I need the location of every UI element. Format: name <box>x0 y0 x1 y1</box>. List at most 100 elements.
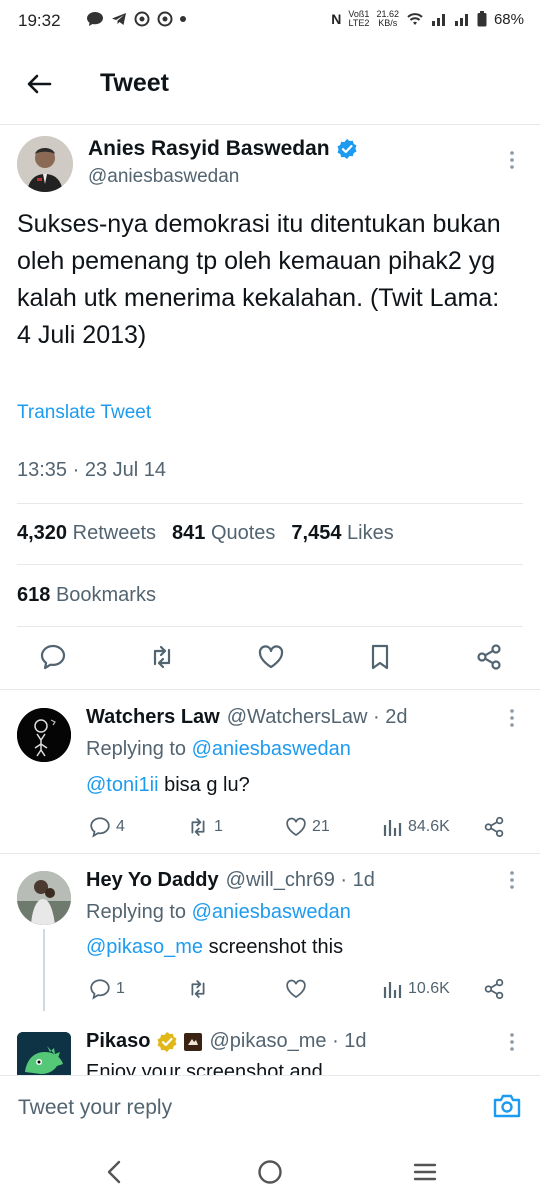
nav-home-icon[interactable] <box>257 1159 283 1185</box>
reply-input[interactable]: Tweet your reply <box>18 1096 172 1120</box>
reply-header: Hey Yo Daddy @will_chr69 · 1d <box>86 869 375 892</box>
reply-like-button[interactable] <box>284 977 382 1001</box>
nav-menu-icon[interactable] <box>413 1162 437 1182</box>
nav-back-icon[interactable] <box>104 1160 124 1184</box>
chat-bubble-icon <box>87 12 103 26</box>
reply-actions: 4 1 21 84.6K <box>88 815 508 839</box>
reply-mention[interactable]: @toni1ii <box>86 774 159 796</box>
reply-retweet-button[interactable]: 1 <box>186 815 284 839</box>
reply-count: 4 <box>116 818 125 835</box>
retweets-label: Retweets <box>72 522 156 544</box>
replying-to-line: Replying to @aniesbaswedan <box>86 901 351 924</box>
reply-author-name[interactable]: Watchers Law <box>86 706 220 729</box>
reply-body: screenshot this <box>203 936 344 958</box>
more-options-icon[interactable] <box>502 708 522 728</box>
replying-to-label: Replying to <box>86 738 187 760</box>
reply-avatar-image <box>17 708 71 762</box>
circle-app-icon-2 <box>157 11 173 27</box>
network-speed-unit: KB/s <box>378 18 398 28</box>
notification-icons <box>86 11 186 27</box>
like-count: 21 <box>312 818 330 835</box>
share-icon[interactable] <box>474 642 504 672</box>
views-chart-icon <box>383 820 402 836</box>
reply-author-handle[interactable]: @pikaso_me · 1d <box>209 1030 366 1053</box>
reply-icon[interactable] <box>38 642 68 672</box>
likes-count: 7,454 <box>291 522 342 544</box>
reply-header: Pikaso @pikaso_me · 1d <box>86 1030 526 1053</box>
network-type-bottom: LTE2 <box>348 18 370 28</box>
status-time: 19:32 <box>18 11 61 30</box>
system-indicators: N Voß1 LTE2 21.62 KB/s 68% <box>331 10 524 28</box>
bookmarks-label: Bookmarks <box>55 584 156 606</box>
reply-author-name[interactable]: Hey Yo Daddy <box>86 869 219 892</box>
views-count: 84.6K <box>408 818 450 835</box>
camera-icon[interactable] <box>492 1093 522 1119</box>
translate-tweet-link[interactable]: Translate Tweet <box>17 402 151 424</box>
network-speed: 21.62 KB/s <box>376 10 399 28</box>
reply-reply-button[interactable]: 4 <box>88 815 186 839</box>
system-navigation-bar <box>0 1140 540 1200</box>
more-options-icon[interactable] <box>502 150 522 170</box>
author-handle[interactable]: @aniesbaswedan <box>88 166 239 188</box>
retweets-count: 4,320 <box>17 522 68 544</box>
tweet-actions <box>38 642 504 672</box>
author-name-text: Anies Rasyid Baswedan <box>88 137 330 160</box>
affiliate-badge-icon <box>184 1032 203 1051</box>
reply-author-name[interactable]: Pikaso <box>86 1030 150 1053</box>
dot-icon <box>180 16 186 22</box>
reply-icon <box>90 817 110 838</box>
reply-avatar[interactable] <box>17 708 71 762</box>
reply-avatar[interactable] <box>17 871 71 925</box>
telegram-icon <box>112 13 126 25</box>
reply-partial: Pikaso @pikaso_me · 1d Enjoy your screen… <box>86 1030 526 1075</box>
likes-stat[interactable]: 7,454 Likes <box>291 522 393 545</box>
share-icon[interactable] <box>482 815 506 839</box>
wifi-icon <box>407 13 423 25</box>
tweet-stats: 4,320 Retweets 841 Quotes 7,454 Likes <box>17 522 394 545</box>
tweet-timestamp: 13:35 · 23 Jul 14 <box>17 459 166 481</box>
divider <box>0 853 540 854</box>
reply-views-button[interactable]: 84.6K <box>382 816 482 838</box>
reply-avatar-image <box>17 871 71 925</box>
quotes-count: 841 <box>172 522 206 544</box>
author-name[interactable]: Anies Rasyid Baswedan <box>88 137 358 161</box>
verified-gold-badge-icon <box>157 1031 177 1052</box>
battery-icon <box>477 11 487 27</box>
share-icon[interactable] <box>482 977 506 1001</box>
bookmarks-count: 618 <box>17 584 51 606</box>
reply-count: 1 <box>116 980 125 997</box>
replying-to-mention[interactable]: @aniesbaswedan <box>192 738 351 760</box>
replying-to-mention[interactable]: @aniesbaswedan <box>192 901 351 923</box>
reply-body: bisa g lu? <box>158 774 250 796</box>
reply-retweet-button[interactable] <box>186 977 284 1001</box>
author-avatar[interactable] <box>17 136 73 192</box>
more-options-icon[interactable] <box>502 1032 522 1052</box>
divider <box>17 503 523 504</box>
like-heart-icon[interactable] <box>256 642 286 672</box>
replying-to-label: Replying to <box>86 901 187 923</box>
tweet-text: Sukses-nya demokrasi itu ditentukan buka… <box>17 210 501 349</box>
reply-reply-button[interactable]: 1 <box>88 977 186 1001</box>
retweet-count: 1 <box>214 818 223 835</box>
divider <box>17 564 523 565</box>
bookmark-icon[interactable] <box>365 642 395 672</box>
retweets-stat[interactable]: 4,320 Retweets <box>17 522 156 545</box>
reply-like-button[interactable]: 21 <box>284 815 382 839</box>
back-arrow-icon[interactable] <box>24 69 54 99</box>
reply-avatar[interactable] <box>17 1032 71 1075</box>
reply-mention[interactable]: @pikaso_me <box>86 936 203 958</box>
reply-views-button[interactable]: 10.6K <box>382 978 482 1000</box>
nfc-icon: N <box>331 11 342 27</box>
more-options-icon[interactable] <box>502 870 522 890</box>
reply-author-handle[interactable]: @will_chr69 · 1d <box>226 869 375 892</box>
reply-actions: 1 10.6K <box>88 977 508 1001</box>
retweet-icon[interactable] <box>147 642 177 672</box>
quotes-stat[interactable]: 841 Quotes <box>172 522 275 545</box>
likes-label: Likes <box>347 522 394 544</box>
reply-author-handle[interactable]: @WatchersLaw · 2d <box>227 706 408 729</box>
views-chart-icon <box>383 982 402 998</box>
signal-icon <box>431 14 445 26</box>
thread-connector-line <box>43 929 45 1011</box>
like-heart-icon <box>286 817 306 837</box>
bookmarks-stat[interactable]: 618 Bookmarks <box>17 584 156 607</box>
